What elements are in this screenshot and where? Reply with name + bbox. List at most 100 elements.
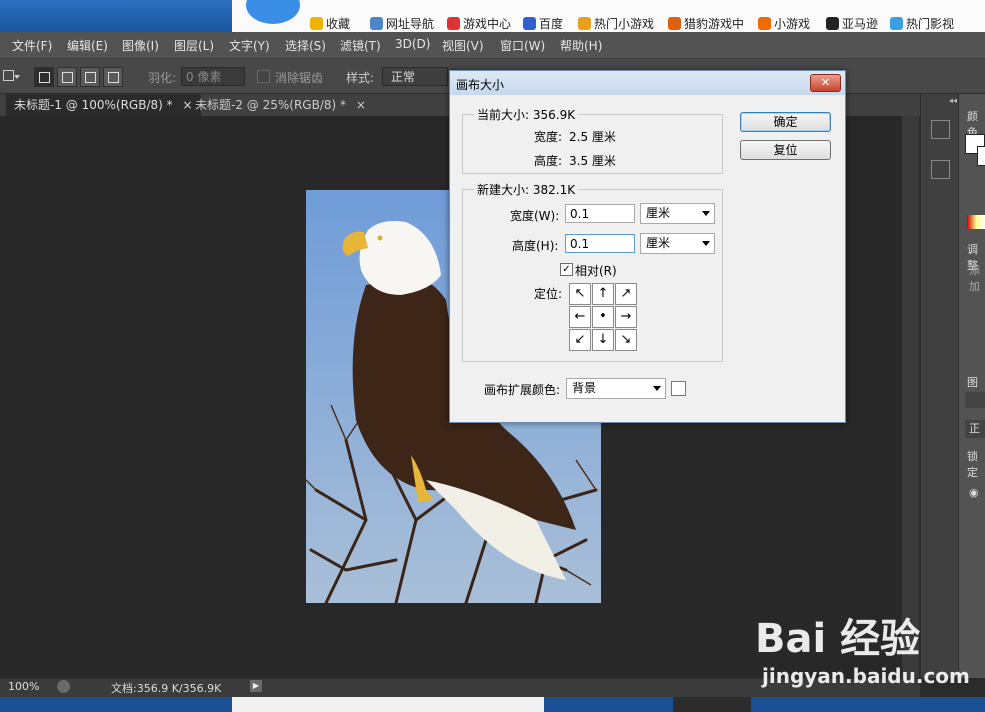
bookmark-favicon-icon: [758, 17, 771, 30]
anchor-cell[interactable]: →: [615, 306, 637, 328]
new-width-input[interactable]: 0.1: [565, 204, 635, 223]
bookmark-item[interactable]: 猎豹游戏中: [668, 15, 744, 32]
current-height-label: 高度:: [534, 154, 563, 168]
new-selection-button[interactable]: [34, 67, 54, 87]
bookmark-item[interactable]: 热门小游戏: [578, 15, 654, 32]
extension-color-swatch[interactable]: [671, 381, 686, 396]
add-selection-button[interactable]: [57, 67, 77, 87]
rect-marquee-icon: [3, 70, 14, 81]
anchor-cell[interactable]: ←: [569, 306, 591, 328]
new-width-label: 宽度(W):: [510, 209, 560, 223]
anchor-cell[interactable]: ↘: [615, 329, 637, 351]
dialog-close-button[interactable]: ✕: [810, 74, 841, 92]
bookmark-label: 百度: [539, 17, 564, 31]
anchor-cell[interactable]: ↗: [615, 283, 637, 305]
bookmark-item[interactable]: 亚马逊: [826, 15, 878, 32]
bookmark-item[interactable]: 网址导航: [370, 15, 434, 32]
anchor-grid: ↖ ↑ ↗ ← • → ↙ ↓ ↘: [569, 283, 639, 353]
3d-panel-icon[interactable]: [931, 160, 950, 179]
relative-checkbox[interactable]: ✓: [560, 263, 573, 276]
bookmark-favicon-icon: [523, 17, 536, 30]
taskbar-browser-window: [232, 697, 544, 712]
feather-label: 羽化:: [148, 71, 177, 85]
bookmark-label: 网址导航: [386, 17, 435, 31]
antialias-label: 消除锯齿: [275, 71, 324, 85]
bookmark-item[interactable]: 游戏中心: [447, 15, 511, 32]
height-unit-value: 厘米: [646, 236, 671, 250]
current-width-label: 宽度:: [534, 130, 563, 144]
tab-untitled-1[interactable]: 未标题-1 @ 100%(RGB/8) * ×: [6, 94, 201, 116]
layer-filter-icon[interactable]: [965, 392, 985, 408]
anchor-cell[interactable]: ↑: [592, 283, 614, 305]
bookmark-label: 热门小游戏: [594, 17, 655, 31]
style-select[interactable]: 正常: [382, 67, 448, 86]
adjustments-add-label: 添加: [969, 264, 980, 293]
share-icon[interactable]: [57, 680, 70, 693]
blend-mode-select[interactable]: 正: [965, 420, 985, 438]
menu-item[interactable]: 3D(D): [395, 37, 430, 51]
menu-item[interactable]: 选择(S): [285, 37, 326, 54]
bookmark-label: 猎豹游戏中: [684, 17, 745, 31]
anchor-cell[interactable]: •: [592, 306, 614, 328]
bookmark-favicon-icon: [447, 17, 460, 30]
ok-button[interactable]: 确定: [740, 112, 831, 132]
bookmark-label: 热门影视: [906, 17, 955, 31]
menu-item[interactable]: 编辑(E): [67, 37, 108, 54]
feather-input[interactable]: 0 像素: [181, 67, 245, 86]
bookmark-label: 亚马逊: [842, 17, 879, 31]
baidu-watermark-url: jingyan.baidu.com: [762, 664, 970, 688]
menu-item[interactable]: 窗口(W): [500, 37, 545, 54]
history-panel-icon[interactable]: [931, 120, 950, 139]
vertical-scrollbar[interactable]: [902, 116, 919, 678]
tab-label: 未标题-1 @ 100%(RGB/8) *: [14, 98, 173, 112]
new-height-label: 高度(H):: [512, 239, 559, 253]
canvas-extension-color-label: 画布扩展颜色:: [484, 383, 561, 397]
intersect-selection-button[interactable]: [103, 67, 123, 87]
anchor-cell[interactable]: ↖: [569, 283, 591, 305]
height-unit-select[interactable]: 厘米: [640, 233, 715, 254]
bookmark-favicon-icon: [668, 17, 681, 30]
bookmark-favicon-icon: [578, 17, 591, 30]
zoom-level[interactable]: 100%: [8, 680, 39, 693]
sogou-browser-logo: [246, 0, 300, 24]
color-ramp[interactable]: [967, 215, 985, 229]
new-size-legend: 新建大小: 382.1K: [474, 181, 579, 198]
width-unit-value: 厘米: [646, 206, 671, 220]
menu-item[interactable]: 文字(Y): [229, 37, 270, 54]
menu-item[interactable]: 帮助(H): [560, 37, 602, 54]
current-size-legend: 当前大小: 356.9K: [474, 106, 579, 123]
reset-button[interactable]: 复位: [740, 140, 831, 160]
tool-preset-picker[interactable]: [0, 67, 20, 85]
bookmark-label: 小游戏: [774, 17, 811, 31]
lock-label: 锁定: [967, 450, 978, 479]
tab-untitled-2[interactable]: 未标题-2 @ 25%(RGB/8) * ×: [187, 94, 374, 116]
close-icon[interactable]: ×: [356, 98, 366, 112]
new-height-input[interactable]: 0.1: [565, 234, 635, 253]
menu-item[interactable]: 图层(L): [174, 37, 214, 54]
menu-item[interactable]: 滤镜(T): [340, 37, 381, 54]
subtract-selection-button[interactable]: [80, 67, 100, 87]
anchor-label: 定位:: [534, 287, 563, 301]
taskbar-app-thumbnail[interactable]: [673, 697, 751, 712]
eye-visibility-icon[interactable]: ◉: [969, 486, 979, 499]
bookmark-item[interactable]: 热门影视: [890, 15, 954, 32]
background-color-swatch[interactable]: [977, 146, 985, 166]
antialias-checkbox[interactable]: [257, 70, 270, 83]
desktop-background: [0, 0, 232, 32]
baidu-watermark-logo: Bai 经验: [755, 616, 921, 662]
menu-item[interactable]: 图像(I): [122, 37, 159, 54]
canvas-extension-color-select[interactable]: 背景: [566, 378, 666, 399]
collapse-panels-icon[interactable]: ◂◂: [949, 96, 957, 105]
bookmark-item[interactable]: 小游戏: [758, 15, 810, 32]
width-unit-select[interactable]: 厘米: [640, 203, 715, 224]
menu-item[interactable]: 视图(V): [442, 37, 484, 54]
chevron-down-icon: [702, 241, 710, 246]
bookmark-item[interactable]: 收藏: [310, 15, 350, 32]
extension-color-value: 背景: [572, 381, 597, 395]
status-menu-arrow-icon[interactable]: ▶: [250, 680, 262, 692]
anchor-cell[interactable]: ↙: [569, 329, 591, 351]
bookmark-item[interactable]: 百度: [523, 15, 563, 32]
bookmark-favicon-icon: [370, 17, 383, 30]
anchor-cell[interactable]: ↓: [592, 329, 614, 351]
menu-item[interactable]: 文件(F): [12, 37, 52, 54]
